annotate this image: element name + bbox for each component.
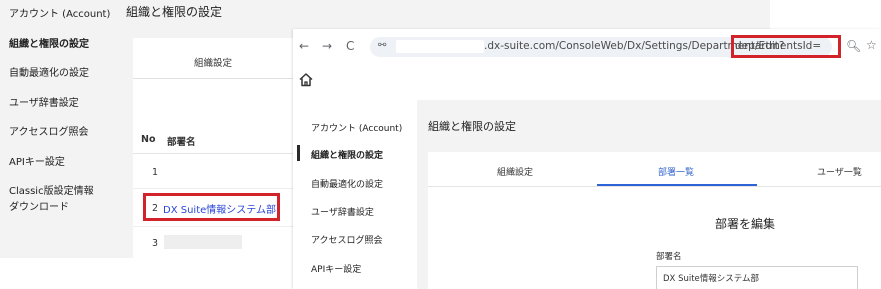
sidebar-item-api-key[interactable]: APIキー設定 bbox=[311, 262, 361, 275]
bg-sidebar-item-access-log[interactable]: アクセスログ照会 bbox=[9, 123, 89, 138]
tab-divider bbox=[428, 186, 881, 187]
site-info-icon[interactable]: ⚯ bbox=[378, 40, 386, 51]
reload-icon[interactable]: C bbox=[346, 39, 354, 53]
tab-user-list[interactable]: ユーザ一覧 bbox=[817, 165, 862, 178]
bg-table-header-name: 部署名 bbox=[167, 137, 196, 148]
bookmark-star-icon[interactable]: ☆ bbox=[866, 38, 877, 52]
bg-tab-organization[interactable]: 組織設定 bbox=[133, 55, 293, 69]
bg-sidebar-item-user-dictionary[interactable]: ユーザ辞書設定 bbox=[9, 94, 79, 109]
sidebar-item-auto-optimization[interactable]: 自動最適化の設定 bbox=[311, 177, 383, 190]
bg-table-row-3-no: 3 bbox=[152, 238, 159, 249]
bg-table-header-no: No bbox=[141, 134, 156, 145]
zoom-icon[interactable]: 🔍︎ bbox=[846, 39, 861, 53]
tab-organization-settings[interactable]: 組織設定 bbox=[497, 165, 533, 178]
bg-page-title: 組織と権限の設定 bbox=[126, 5, 223, 19]
bg-sidebar-item-auto-optimization[interactable]: 自動最適化の設定 bbox=[9, 64, 89, 79]
home-icon[interactable] bbox=[297, 71, 315, 89]
bg-sidebar-item-account[interactable]: アカウント (Account) bbox=[9, 5, 110, 20]
department-name-value: DX Suite情報システム部 bbox=[663, 274, 760, 284]
bg-redacted-name bbox=[164, 235, 242, 249]
back-icon[interactable]: ← bbox=[299, 39, 309, 53]
bg-sidebar-item-organization[interactable]: 組織と権限の設定 bbox=[9, 35, 89, 50]
bg-sidebar-item-api-key[interactable]: APIキー設定 bbox=[9, 153, 65, 168]
sidebar-active-indicator bbox=[297, 145, 300, 161]
bg-tab-divider bbox=[133, 78, 293, 79]
sidebar-item-account[interactable]: アカウント (Account) bbox=[311, 121, 402, 134]
forward-icon[interactable]: → bbox=[322, 39, 332, 53]
sidebar-item-access-log[interactable]: アクセスログ照会 bbox=[311, 233, 383, 246]
edit-department-heading: 部署を編集 bbox=[715, 217, 776, 231]
sidebar-item-user-dictionary[interactable]: ユーザ辞書設定 bbox=[311, 205, 374, 218]
sidebar-item-organization[interactable]: 組織と権限の設定 bbox=[311, 148, 383, 161]
bg-table-row-1-no: 1 bbox=[152, 167, 159, 178]
bg-bottom-fill bbox=[0, 258, 293, 289]
bg-table-row-divider bbox=[133, 226, 293, 227]
bg-table-header-divider bbox=[133, 153, 293, 154]
highlight-box-department bbox=[143, 193, 280, 221]
tab-active-underline bbox=[597, 184, 757, 186]
tab-department-list[interactable]: 部署一覧 bbox=[658, 165, 694, 178]
bg-sidebar-item-download[interactable]: ダウンロード bbox=[9, 198, 69, 213]
redacted-subdomain bbox=[396, 40, 484, 53]
bg-table-row-divider bbox=[133, 188, 293, 189]
bg-content-card bbox=[133, 38, 293, 258]
highlight-box-url-param bbox=[731, 35, 841, 58]
department-name-label: 部署名 bbox=[656, 252, 682, 262]
bg-sidebar-item-classic-settings[interactable]: Classic版設定情報 bbox=[9, 182, 94, 197]
page-title: 組織と権限の設定 bbox=[428, 120, 516, 133]
